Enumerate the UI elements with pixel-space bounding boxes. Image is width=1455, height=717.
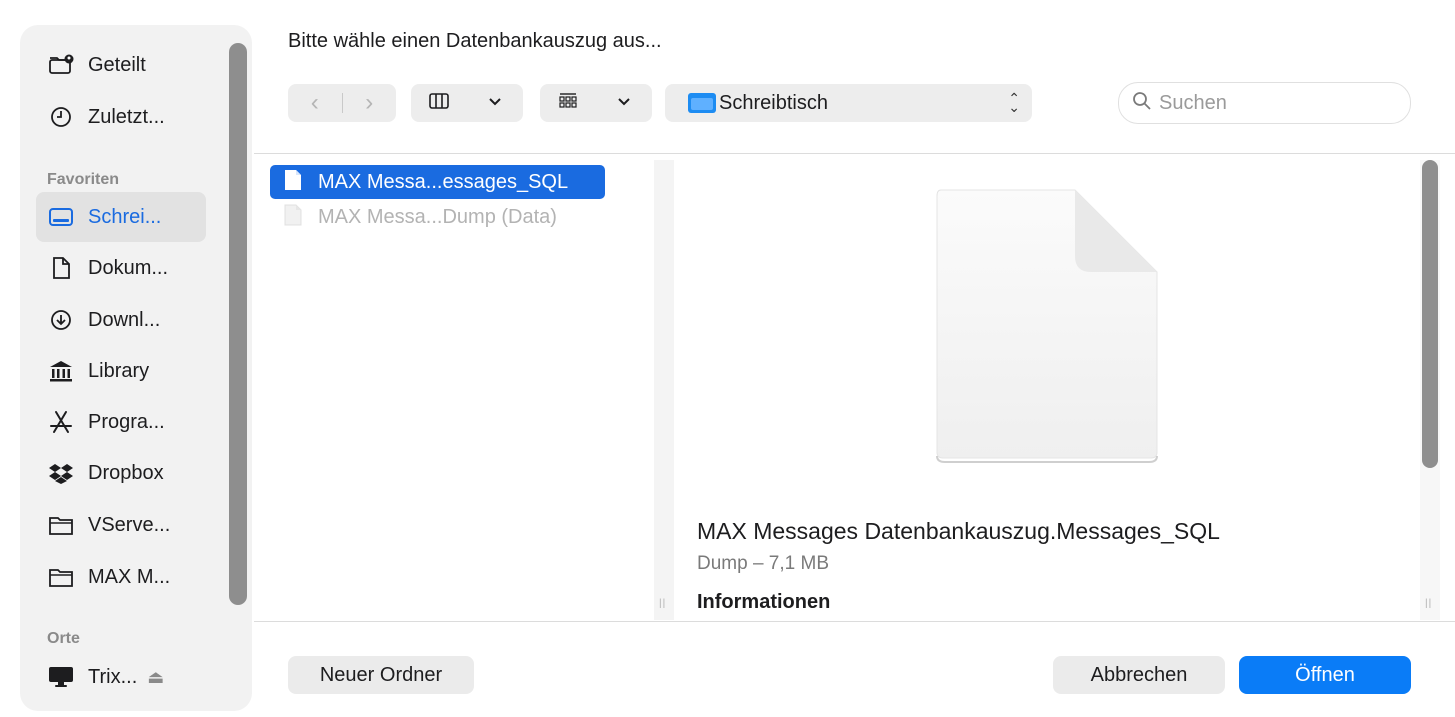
sidebar-item-recent[interactable]: Zuletzt...	[36, 92, 206, 142]
applications-icon	[48, 409, 74, 435]
library-icon	[48, 358, 74, 384]
desktop-folder-icon	[688, 93, 716, 113]
sidebar-item-label: Library	[88, 359, 150, 382]
divider	[254, 153, 1455, 154]
sidebar-item-label: Geteilt	[88, 53, 146, 76]
file-row[interactable]: MAX Messa...Dump (Data)	[270, 200, 605, 234]
divider	[254, 621, 1455, 622]
sidebar-item-documents[interactable]: Dokum...	[36, 243, 206, 293]
scrollbar-thumb[interactable]	[1422, 160, 1438, 468]
desktop-icon	[48, 204, 74, 230]
navigation-buttons: ‹ ›	[288, 84, 396, 122]
chevron-down-icon	[613, 90, 635, 117]
clock-icon	[48, 104, 74, 130]
view-mode-button[interactable]	[411, 84, 523, 122]
updown-chevron-icon: ⌃ ⌄	[1008, 90, 1020, 115]
dropbox-icon	[48, 460, 74, 486]
favorites-heading: Favoriten	[47, 171, 120, 188]
preview-file-name: MAX Messages Datenbankauszug.Messages_SQ…	[697, 518, 1220, 544]
folder-icon	[48, 512, 74, 538]
columns-view-icon	[428, 90, 450, 117]
sidebar-item-max[interactable]: MAX M...	[36, 552, 206, 602]
document-preview-icon	[936, 189, 1158, 463]
sidebar: Geteilt Zuletzt... Favoriten Schrei... D…	[20, 25, 252, 711]
places-heading: Orte	[47, 630, 80, 647]
shared-folder-icon	[48, 52, 74, 78]
search-input[interactable]	[1157, 90, 1401, 116]
back-button[interactable]: ‹	[288, 89, 342, 117]
search-icon	[1119, 90, 1153, 117]
column-resizer[interactable]: ||	[654, 160, 674, 620]
sidebar-item-applications[interactable]: Progra...	[36, 397, 206, 447]
resize-grip-icon: ||	[659, 598, 667, 609]
resize-grip-icon: ||	[1425, 598, 1433, 609]
chevron-down-icon	[484, 90, 506, 117]
group-options-button[interactable]	[540, 84, 652, 122]
location-label: Schreibtisch	[719, 91, 828, 114]
download-icon	[48, 307, 74, 333]
sidebar-item-library[interactable]: Library	[36, 346, 206, 396]
group-grid-icon	[557, 90, 579, 117]
open-file-dialog: Geteilt Zuletzt... Favoriten Schrei... D…	[0, 0, 1455, 717]
document-icon	[48, 255, 74, 281]
file-icon	[270, 204, 318, 231]
sidebar-item-vserver[interactable]: VServe...	[36, 500, 206, 550]
preview-file-kind: Dump – 7,1 MB	[697, 553, 829, 574]
sidebar-item-downloads[interactable]: Downl...	[36, 295, 206, 345]
file-name: MAX Messa...Dump (Data)	[318, 205, 557, 228]
sidebar-item-label: Downl...	[88, 308, 161, 331]
preview-scrollbar[interactable]: ||	[1420, 160, 1440, 620]
computer-icon	[48, 664, 74, 690]
dialog-prompt: Bitte wähle einen Datenbankauszug aus...	[288, 30, 662, 52]
file-name: MAX Messa...essages_SQL	[318, 170, 569, 193]
sidebar-item-label: Dokum...	[88, 256, 169, 279]
open-button[interactable]: Öffnen	[1239, 656, 1411, 694]
sidebar-item-label: Schrei...	[88, 205, 162, 228]
folder-icon	[48, 564, 74, 590]
sidebar-item-computer[interactable]: Trix... ⏏	[36, 652, 206, 702]
sidebar-item-label: Zuletzt...	[88, 105, 165, 128]
new-folder-button[interactable]: Neuer Ordner	[288, 656, 474, 694]
eject-icon[interactable]: ⏏	[147, 667, 164, 688]
preview-info-heading: Informationen	[697, 591, 831, 613]
forward-button[interactable]: ›	[342, 89, 396, 117]
sidebar-item-shared[interactable]: Geteilt	[36, 40, 206, 90]
location-select[interactable]: Schreibtisch ⌃ ⌄	[665, 84, 1032, 122]
cancel-button[interactable]: Abbrechen	[1053, 656, 1225, 694]
file-row-selected[interactable]: MAX Messa...essages_SQL	[270, 165, 605, 199]
sidebar-item-dropbox[interactable]: Dropbox	[36, 448, 206, 498]
sidebar-item-label: MAX M...	[88, 565, 171, 588]
sidebar-item-label: Trix...	[88, 665, 138, 688]
search-field[interactable]	[1118, 82, 1411, 124]
file-icon	[270, 169, 318, 196]
sidebar-item-desktop[interactable]: Schrei...	[36, 192, 206, 242]
sidebar-item-label: Progra...	[88, 410, 165, 433]
location-current: Schreibtisch	[688, 92, 828, 115]
sidebar-scrollbar[interactable]	[229, 43, 247, 605]
sidebar-item-label: VServe...	[88, 513, 171, 536]
sidebar-item-label: Dropbox	[88, 461, 164, 484]
